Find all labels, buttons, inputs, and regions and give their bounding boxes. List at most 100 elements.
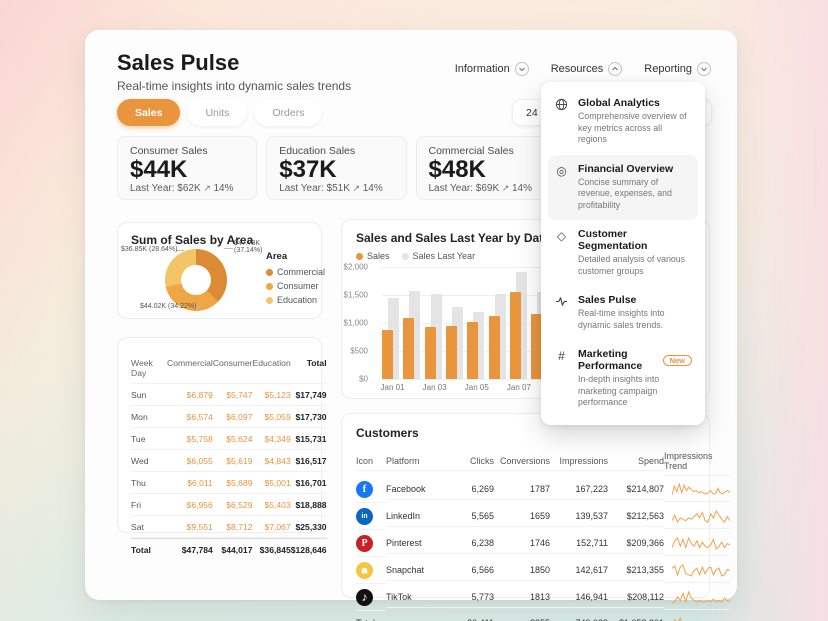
legend-item-consumer: Consumer <box>266 279 325 293</box>
page-title: Sales Pulse <box>117 50 239 76</box>
donut-label-consumer: $44.02K (34.22%) <box>140 303 196 310</box>
commercial-cell: $6,055 <box>167 450 213 472</box>
menu-item-sales-pulse[interactable]: Sales Pulse Real-time insights into dynam… <box>548 286 698 340</box>
total-cell: $18,888 <box>291 494 327 516</box>
legend-dot <box>356 253 363 260</box>
donut-chart-panel: Sum of Sales by Area $36.85K (28.64%) $4… <box>117 222 322 319</box>
kpi-card: Commercial Sales$48KLast Year: $69K ↗ 14… <box>416 136 556 200</box>
menu-item-body: Global AnalyticsComprehensive overview o… <box>578 97 692 146</box>
menu-item-customer-segmentation[interactable]: ◇Customer SegmentationDetailed analysis … <box>548 220 698 286</box>
clicks-cell: 6,566 <box>450 561 494 581</box>
hash-icon: # <box>554 348 569 409</box>
donut-legend: Area CommercialConsumerEducation <box>266 251 325 307</box>
menu-item-financial-overview[interactable]: ◎Financial OverviewConcise summary of re… <box>548 155 698 221</box>
weekday-cell: Thu <box>131 472 167 494</box>
total-row-cell: $128,646 <box>291 538 327 560</box>
impressions-cell: 152,711 <box>550 534 608 554</box>
kpi-value: $37K <box>279 157 393 183</box>
consumer-cell: $5,689 <box>213 472 253 494</box>
nav-item-label: Resources <box>551 63 604 75</box>
impressions-cell: 167,223 <box>550 480 608 500</box>
clicks-total-cell: 30,411 <box>450 614 494 621</box>
menu-item-desc: In-depth insights into marketing campaig… <box>578 374 692 409</box>
tiktok-icon: ♪ <box>356 589 373 606</box>
commercial-cell: $5,758 <box>167 428 213 450</box>
conversions-cell: 1659 <box>494 507 550 527</box>
column-header: Impressions <box>550 451 608 471</box>
clicks-cell: 5,565 <box>450 507 494 527</box>
column-header: Clicks <box>450 451 494 471</box>
bar-chart-title: Sales and Sales Last Year by Date <box>356 231 550 245</box>
commercial-cell: $6,011 <box>167 472 213 494</box>
menu-item-global-analytics[interactable]: Global AnalyticsComprehensive overview o… <box>548 89 698 155</box>
legend-label: Commercial <box>277 265 325 279</box>
weekday-cell: Sat <box>131 516 167 538</box>
menu-item-body: Marketing PerformanceNewIn-depth insight… <box>578 348 692 409</box>
total-label-cell: Total <box>356 614 386 621</box>
column-header: Conversions <box>494 451 550 471</box>
spend-cell: $208,112 <box>608 588 664 608</box>
menu-item-title: Global Analytics <box>578 97 692 109</box>
tab-orders[interactable]: Orders <box>254 99 322 126</box>
spend-cell: $209,366 <box>608 534 664 554</box>
total-cell: $25,330 <box>291 516 327 538</box>
column-header: Consumer <box>213 352 253 384</box>
y-axis-label: $0 <box>359 375 368 384</box>
weekday-cell: Tue <box>131 428 167 450</box>
menu-item-body: Financial OverviewConcise summary of rev… <box>578 163 692 212</box>
education-cell: $5,059 <box>253 406 291 428</box>
column-header: Spend <box>608 451 664 471</box>
total-row-cell: $44,017 <box>213 538 253 560</box>
trend-cell <box>664 531 730 556</box>
customers-title: Customers <box>356 426 695 440</box>
nav-item-reporting[interactable]: Reporting <box>644 62 711 76</box>
nav-item-resources[interactable]: Resources <box>551 62 623 76</box>
kpi-last-year: Last Year: $62K <box>130 183 203 194</box>
icon-cell: f <box>356 476 386 503</box>
weekday-cell: Mon <box>131 406 167 428</box>
platform-cell: Facebook <box>386 480 450 500</box>
legend-dot <box>266 297 273 304</box>
menu-item-desc: Real-time insights into dynamic sales tr… <box>578 308 692 331</box>
bar-sales <box>382 330 393 379</box>
column-header: Total <box>291 352 327 384</box>
y-axis-label: $500 <box>350 347 368 356</box>
bar-sales <box>425 327 436 379</box>
bar-group <box>446 267 463 379</box>
bar-group <box>489 267 506 379</box>
legend-label: Consumer <box>277 279 319 293</box>
x-axis-label: Jan 01 <box>381 383 405 392</box>
menu-item-title: Sales Pulse <box>578 294 692 306</box>
bar-group <box>382 267 399 379</box>
pinterest-icon: P <box>356 535 373 552</box>
icon-cell: ♪ <box>356 584 386 611</box>
spend-cell: $214,807 <box>608 480 664 500</box>
nav-item-information[interactable]: Information <box>455 62 529 76</box>
education-cell: $4,843 <box>253 450 291 472</box>
total-cell: $17,749 <box>291 384 327 406</box>
bar-chart-legend: Sales Sales Last Year <box>356 249 475 263</box>
legend-sales-last-year: Sales Last Year <box>402 249 476 263</box>
tab-sales[interactable]: Sales <box>117 99 180 126</box>
total-row-cell: $36,845 <box>253 538 291 560</box>
legend-label: Education <box>277 293 317 307</box>
impressions-cell: 142,617 <box>550 561 608 581</box>
x-axis-label: Jan 05 <box>465 383 489 392</box>
pulse-icon <box>554 294 569 331</box>
tab-units[interactable]: Units <box>187 99 247 126</box>
bar-sales <box>467 322 478 379</box>
globe-icon <box>554 97 569 146</box>
menu-item-marketing-performance[interactable]: #Marketing PerformanceNewIn-depth insigh… <box>548 340 698 418</box>
legend-label: Sales <box>367 249 390 263</box>
chevron-down-icon <box>515 62 529 76</box>
platform-cell: Pinterest <box>386 534 450 554</box>
impressions-total-cell: 749,029 <box>550 614 608 621</box>
total-cell: $16,517 <box>291 450 327 472</box>
diamond-icon: ◇ <box>554 228 569 277</box>
total-cell: $16,701 <box>291 472 327 494</box>
platform-cell: Snapchat <box>386 561 450 581</box>
legend-label: Sales Last Year <box>413 249 476 263</box>
education-cell: $5,403 <box>253 494 291 516</box>
weekday-table-panel: Week DayCommercialConsumerEducationTotal… <box>117 337 322 533</box>
conversions-cell: 1850 <box>494 561 550 581</box>
